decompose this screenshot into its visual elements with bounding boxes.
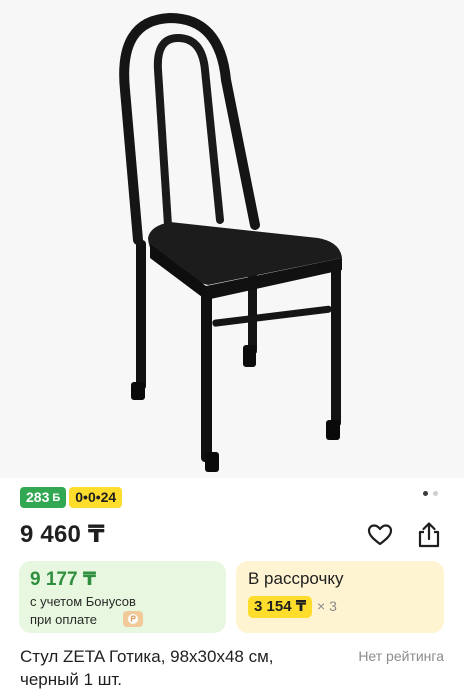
bonus-count: 283 <box>26 489 50 505</box>
installment-amount: 3 154 ₸ <box>248 596 313 618</box>
installment-multiplier: × 3 <box>317 598 337 614</box>
bonus-symbol: Б <box>52 492 61 504</box>
installment-card[interactable]: В рассрочку 3 154 ₸ × 3 <box>236 561 444 633</box>
product-title: Стул ZETA Готика, 98х30х48 см, <box>20 647 274 666</box>
share-icon <box>418 522 440 548</box>
chair-illustration <box>119 12 342 472</box>
bonus-caption: с учетом Бонусов <box>30 594 136 609</box>
gallery-dot-active[interactable] <box>423 491 428 496</box>
rating-status[interactable]: Нет рейтинга <box>358 648 444 664</box>
bonus-caption-payment: при оплате <box>30 612 97 627</box>
gallery-dot[interactable] <box>433 491 438 496</box>
heart-icon <box>367 524 393 546</box>
bonus-badge: 283 Б <box>20 487 67 508</box>
installment-badge: 0•0•24 <box>69 487 123 508</box>
badge-row: 283 Б 0•0•24 <box>20 487 123 508</box>
product-title-line2: черный 1 шт. <box>20 670 123 689</box>
favorite-button[interactable] <box>366 521 394 549</box>
bonus-price: 9 177 ₸ <box>30 569 97 590</box>
bonus-price-card[interactable]: 9 177 ₸ с учетом Бонусов при оплате <box>19 561 226 633</box>
installment-title: В рассрочку <box>248 569 344 588</box>
coin-icon <box>123 611 143 627</box>
share-button[interactable] <box>415 521 443 549</box>
gallery-dots <box>423 491 438 496</box>
product-price: 9 460 ₸ <box>20 521 105 548</box>
product-image[interactable] <box>0 0 464 478</box>
